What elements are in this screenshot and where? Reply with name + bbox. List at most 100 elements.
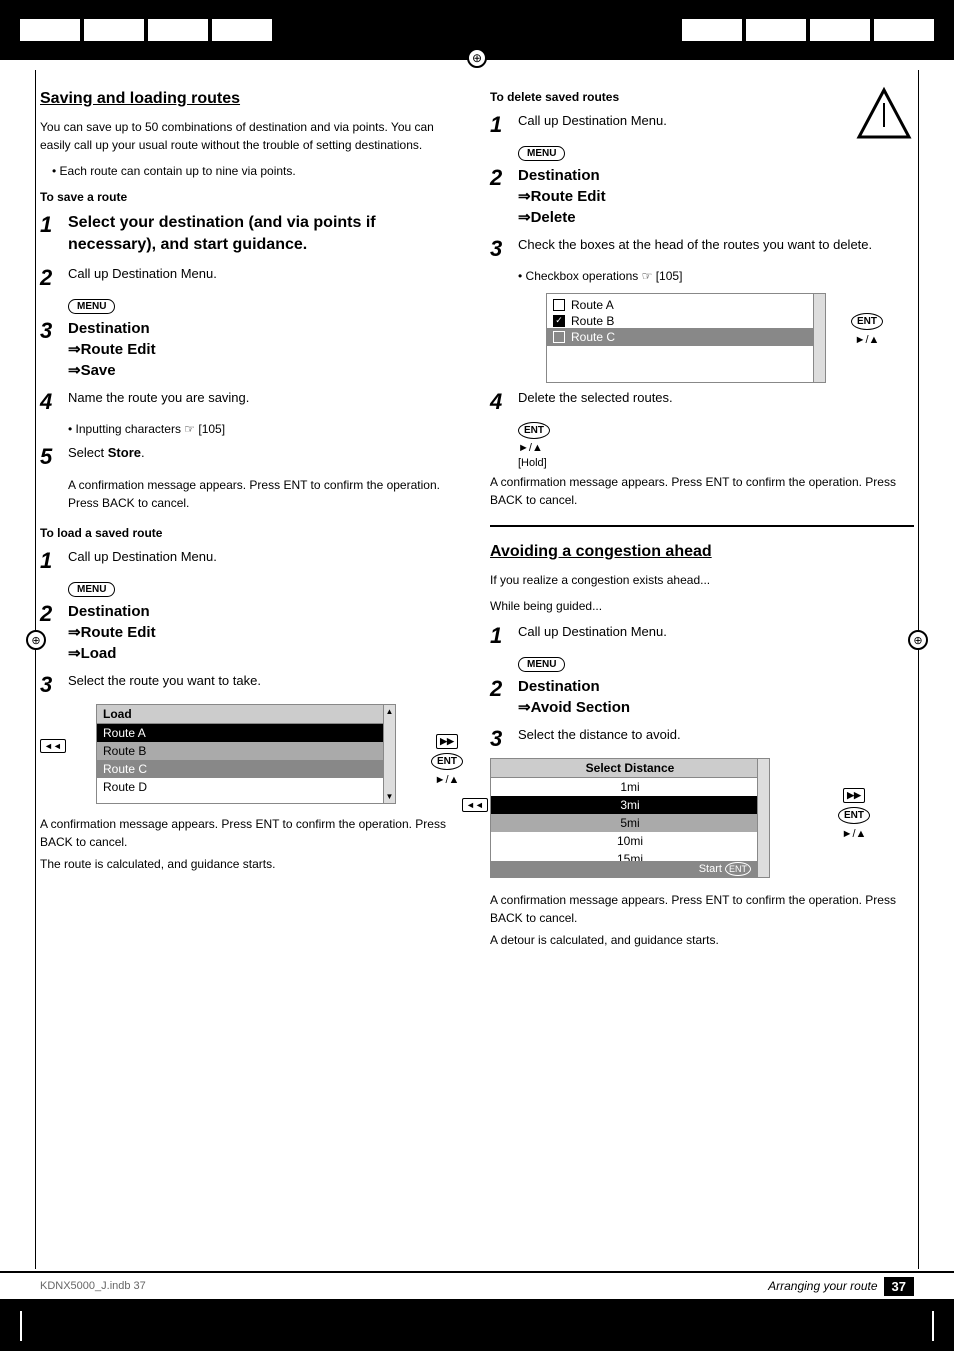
ent-button-load[interactable]: ENT bbox=[431, 753, 463, 770]
footer-left-line bbox=[20, 1311, 22, 1341]
dist-1mi: 1mi bbox=[491, 778, 769, 796]
play-pause-checkbox: ►/▲ bbox=[855, 334, 880, 346]
avoid-while-text: While being guided... bbox=[490, 597, 914, 615]
page-number: 37 bbox=[884, 1277, 914, 1296]
page-section-title: Arranging your route bbox=[768, 1279, 877, 1293]
play-pause-delete: ►/▲ bbox=[518, 442, 543, 454]
delete-step-2-number: 2 bbox=[490, 167, 518, 189]
page-footer bbox=[0, 1301, 954, 1351]
footer-right-line bbox=[932, 1311, 934, 1341]
play-pause-load: ►/▲ bbox=[435, 774, 460, 786]
right-circle-mark: ⊕ bbox=[908, 630, 928, 650]
delete-step-2: 2 Destination ⇒Route Edit ⇒Delete bbox=[490, 165, 914, 228]
save-step-5-text: Select Store. bbox=[68, 444, 460, 462]
delete-step-2-line2: ⇒Route Edit bbox=[518, 188, 606, 205]
avoid-step-2-text: Destination ⇒Avoid Section bbox=[518, 676, 914, 718]
delete-route-heading: To delete saved routes bbox=[490, 90, 914, 104]
skip-right-dist[interactable]: ▶▶ bbox=[843, 788, 865, 803]
scroll-up-icon[interactable]: ▲ bbox=[386, 707, 394, 716]
avoid-step-1-number: 1 bbox=[490, 625, 518, 647]
dist-start-bar: Start ENT bbox=[491, 861, 757, 877]
save-step-5-number: 5 bbox=[40, 446, 68, 468]
checkbox-rows: Route A ✓ Route B Route C bbox=[547, 294, 825, 348]
load-left-buttons: ◄◄ bbox=[40, 739, 66, 753]
delete-step-3-note: Checkbox operations ☞ [105] bbox=[518, 268, 914, 285]
section-divider bbox=[490, 525, 914, 527]
header-blocks-right bbox=[682, 19, 934, 41]
ent-button-checkbox[interactable]: ENT bbox=[851, 313, 883, 330]
checkbox-diagram-container: Route A ✓ Route B Route C ENT ►/▲ bbox=[518, 293, 838, 383]
load-step-2-number: 2 bbox=[40, 603, 68, 625]
checkbox-label-1: Route A bbox=[571, 298, 614, 312]
avoid-step-3-number: 3 bbox=[490, 728, 518, 750]
checkbox-3[interactable] bbox=[553, 331, 565, 343]
load-after-text: A confirmation message appears. Press EN… bbox=[40, 815, 460, 851]
header-block-5 bbox=[682, 19, 742, 41]
header-block-8 bbox=[874, 19, 934, 41]
load-step-2-text: Destination ⇒Route Edit ⇒Load bbox=[68, 601, 460, 664]
play-pause-dist: ►/▲ bbox=[842, 828, 867, 840]
nav-triangle-container bbox=[854, 85, 914, 148]
save-step-2-text: Call up Destination Menu. bbox=[68, 265, 460, 283]
load-step-2-line1: Destination bbox=[68, 603, 150, 620]
save-step-3-line3: ⇒Save bbox=[68, 362, 116, 379]
load-route-a: Route A bbox=[97, 724, 395, 742]
checkbox-right-buttons: ENT ►/▲ bbox=[851, 313, 883, 346]
ent-button-dist[interactable]: ENT bbox=[838, 807, 870, 824]
load-step-2-line3: ⇒Load bbox=[68, 645, 116, 662]
checkbox-1[interactable] bbox=[553, 299, 565, 311]
bottom-bar: KDNX5000_J.indb 37 Arranging your route … bbox=[0, 1271, 954, 1301]
load-route-text: The route is calculated, and guidance st… bbox=[40, 855, 460, 873]
delete-step-1: 1 Call up Destination Menu. bbox=[490, 112, 914, 136]
page-info-right: Arranging your route 37 bbox=[768, 1277, 914, 1296]
save-step-3-text: Destination ⇒Route Edit ⇒Save bbox=[68, 318, 460, 381]
select-dist-diagram: Select Distance 1mi 3mi 5mi 10mi 15mi St… bbox=[490, 758, 770, 878]
checkbox-label-2: Route B bbox=[571, 314, 614, 328]
avoid-section-title: Avoiding a congestion ahead bbox=[490, 543, 914, 561]
checkbox-2[interactable]: ✓ bbox=[553, 315, 565, 327]
delete-confirmation: A confirmation message appears. Press EN… bbox=[490, 473, 914, 509]
checkbox-label-3: Route C bbox=[571, 330, 615, 344]
save-step-3-line2: ⇒Route Edit bbox=[68, 341, 156, 358]
delete-step-1-number: 1 bbox=[490, 114, 518, 136]
load-screen-container: Load Route A Route B Route C Route D ▲ ▼… bbox=[68, 704, 408, 809]
ent-button-delete[interactable]: ENT bbox=[518, 422, 550, 439]
menu-button-load1[interactable]: MENU bbox=[68, 582, 115, 597]
header-blocks-left bbox=[20, 19, 272, 41]
load-step-3: 3 Select the route you want to take. bbox=[40, 672, 460, 696]
avoid-step-1-text: Call up Destination Menu. bbox=[518, 623, 914, 641]
dist-3mi: 3mi bbox=[491, 796, 769, 814]
skip-left-button[interactable]: ◄◄ bbox=[40, 739, 66, 753]
skip-right-button[interactable]: ▶▶ bbox=[436, 734, 458, 749]
avoid-step-2-line2: ⇒Avoid Section bbox=[518, 699, 630, 716]
scroll-down-icon[interactable]: ▼ bbox=[386, 792, 394, 801]
dist-left-buttons: ◄◄ bbox=[462, 798, 488, 812]
skip-left-dist[interactable]: ◄◄ bbox=[462, 798, 488, 812]
hold-text: [Hold] bbox=[518, 457, 547, 469]
save-step-2: 2 Call up Destination Menu. bbox=[40, 265, 460, 289]
save-step-3-line1: Destination bbox=[68, 320, 150, 337]
save-step-5-confirmation: A confirmation message appears. Press EN… bbox=[68, 476, 460, 512]
delete-step-4: 4 Delete the selected routes. bbox=[490, 389, 914, 413]
center-registration-mark: ⊕ bbox=[467, 48, 487, 68]
save-step-4: 4 Name the route you are saving. bbox=[40, 389, 460, 413]
save-step-2-number: 2 bbox=[40, 267, 68, 289]
dist-start-label: Start bbox=[699, 863, 725, 875]
checkbox-row-2: ✓ Route B bbox=[553, 314, 819, 328]
avoid-detour-text: A detour is calculated, and guidance sta… bbox=[490, 931, 914, 949]
dist-right-buttons: ▶▶ ENT ►/▲ bbox=[838, 788, 870, 840]
avoid-step-1: 1 Call up Destination Menu. bbox=[490, 623, 914, 647]
margin-line-right bbox=[918, 70, 919, 1269]
delete-step-2-line3: ⇒Delete bbox=[518, 209, 576, 226]
avoid-step-2-line1: Destination bbox=[518, 678, 600, 695]
save-step-4-text: Name the route you are saving. bbox=[68, 389, 460, 407]
delete-step-4-text: Delete the selected routes. bbox=[518, 389, 914, 407]
dist-10mi: 10mi bbox=[491, 832, 769, 850]
menu-button-avoid1[interactable]: MENU bbox=[518, 657, 565, 672]
delete-step-3: 3 Check the boxes at the head of the rou… bbox=[490, 236, 914, 260]
header-block-3 bbox=[148, 19, 208, 41]
save-step-3: 3 Destination ⇒Route Edit ⇒Save bbox=[40, 318, 460, 381]
menu-button-delete1[interactable]: MENU bbox=[518, 146, 565, 161]
avoid-after-text: A confirmation message appears. Press EN… bbox=[490, 891, 914, 927]
menu-button-save2[interactable]: MENU bbox=[68, 299, 115, 314]
